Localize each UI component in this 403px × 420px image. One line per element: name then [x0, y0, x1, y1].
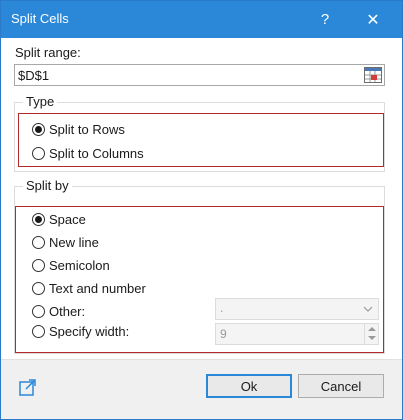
radio-label: Split to Columns — [49, 146, 144, 161]
radio-label: Text and number — [49, 281, 146, 296]
split-range-label: Split range: — [15, 45, 81, 60]
split-range-input[interactable] — [15, 65, 360, 85]
radio-checked-icon[interactable] — [32, 123, 45, 136]
radio-unchecked-icon[interactable] — [32, 282, 45, 295]
radio-checked-icon[interactable] — [32, 213, 45, 226]
radio-space[interactable]: Space — [32, 212, 86, 227]
radio-split-to-columns[interactable]: Split to Columns — [32, 146, 144, 161]
radio-new-line[interactable]: New line — [32, 235, 99, 250]
type-group-label: Type — [23, 94, 58, 109]
cancel-button[interactable]: Cancel — [298, 374, 384, 398]
spinner-buttons[interactable] — [364, 324, 378, 344]
radio-unchecked-icon[interactable] — [32, 305, 45, 318]
help-button[interactable]: ? — [306, 1, 344, 38]
dialog-title: Split Cells — [11, 11, 69, 26]
spinner-up-icon[interactable] — [368, 327, 376, 331]
radio-unchecked-icon[interactable] — [32, 325, 45, 338]
width-spinner[interactable]: 9 — [215, 323, 379, 345]
other-separator-select[interactable]: . — [215, 298, 379, 320]
radio-label: Split to Rows — [49, 122, 125, 137]
dialog-footer: Ok Cancel — [1, 359, 402, 419]
split-range-field[interactable] — [14, 64, 385, 86]
title-bar[interactable]: Split Cells ? ✕ — [1, 1, 402, 38]
radio-label: Specify width: — [49, 324, 130, 339]
radio-unchecked-icon[interactable] — [32, 147, 45, 160]
external-link-icon[interactable] — [19, 378, 37, 396]
radio-specify-width[interactable]: Specify width: — [32, 324, 129, 339]
ok-button[interactable]: Ok — [206, 374, 292, 398]
close-button[interactable]: ✕ — [351, 1, 395, 38]
radio-label: Space — [49, 212, 86, 227]
split-by-group-label: Split by — [23, 178, 72, 193]
radio-label: Semicolon — [49, 258, 110, 273]
split-cells-dialog: Split Cells ? ✕ Split range: Type Split … — [0, 0, 403, 420]
width-value: 9 — [220, 327, 227, 341]
radio-unchecked-icon[interactable] — [32, 236, 45, 249]
radio-label: Other: — [49, 304, 86, 319]
other-separator-value: . — [220, 301, 224, 315]
radio-other[interactable]: Other: — [32, 304, 85, 319]
chevron-down-icon[interactable] — [363, 303, 373, 317]
range-select-icon[interactable] — [364, 67, 382, 83]
radio-unchecked-icon[interactable] — [32, 259, 45, 272]
radio-semicolon[interactable]: Semicolon — [32, 258, 110, 273]
radio-text-and-number[interactable]: Text and number — [32, 281, 146, 296]
radio-label: New line — [49, 235, 99, 250]
radio-split-to-rows[interactable]: Split to Rows — [32, 122, 125, 137]
spinner-down-icon[interactable] — [368, 336, 376, 340]
